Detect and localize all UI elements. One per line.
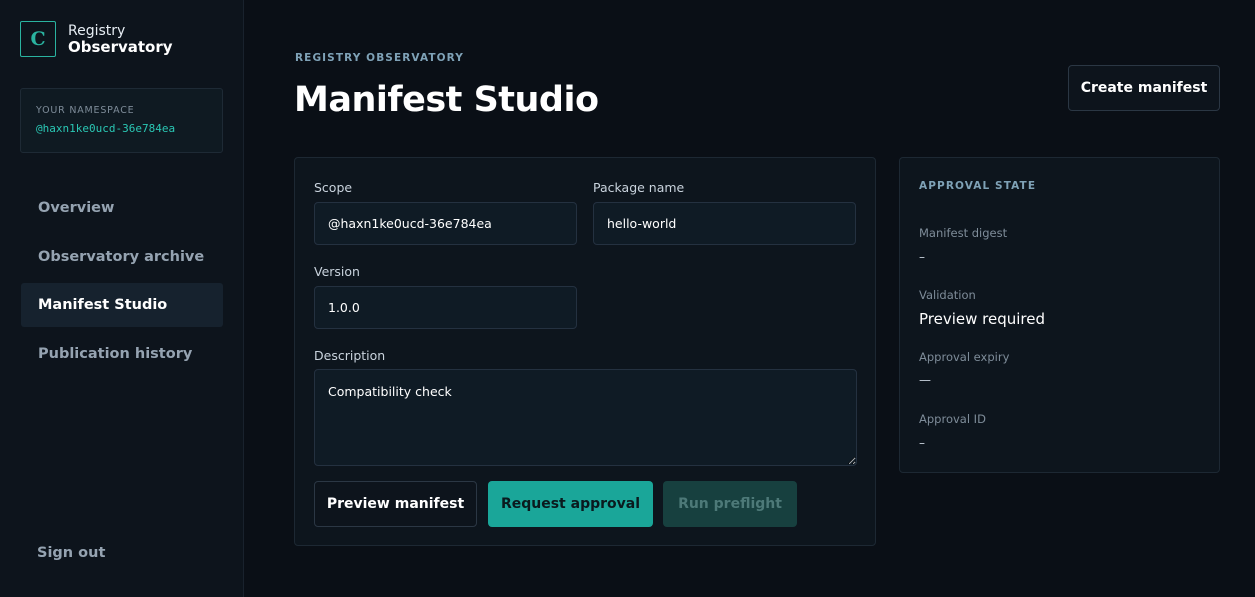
package-name-input[interactable] <box>593 202 856 245</box>
approval-expiry-value: — <box>919 373 931 387</box>
package-name-label: Package name <box>593 180 685 195</box>
manifest-digest-label: Manifest digest <box>919 226 1008 240</box>
namespace-value: @haxn1ke0ucd-36e784ea <box>36 122 176 135</box>
sidebar-item-overview[interactable]: Overview <box>21 186 223 230</box>
validation-label: Validation <box>919 288 976 302</box>
page-title: Manifest Studio <box>294 80 599 120</box>
manifest-form: Scope Package name Version Description C… <box>294 157 876 546</box>
scope-input[interactable] <box>314 202 577 245</box>
brand-name: Registry Observatory <box>68 23 173 55</box>
brand-line2: Observatory <box>68 38 173 56</box>
page-eyebrow: REGISTRY OBSERVATORY <box>295 52 464 64</box>
sidebar-item-manifest-studio[interactable]: Manifest Studio <box>21 283 223 327</box>
approval-id-value: – <box>919 436 925 450</box>
sign-out-link[interactable]: Sign out <box>37 545 105 561</box>
brand[interactable]: C Registry Observatory <box>20 21 173 57</box>
sidebar: C Registry Observatory YOUR NAMESPACE @h… <box>0 0 244 597</box>
description-textarea[interactable]: Compatibility check <box>314 369 857 466</box>
scope-label: Scope <box>314 180 353 195</box>
brand-line1: Registry <box>68 23 126 39</box>
approval-state-card: APPROVAL STATE Manifest digest – Validat… <box>899 157 1220 473</box>
namespace-label: YOUR NAMESPACE <box>36 105 135 116</box>
namespace-card: YOUR NAMESPACE @haxn1ke0ucd-36e784ea <box>20 88 223 153</box>
run-preflight-button[interactable]: Run preflight <box>663 481 797 527</box>
description-label: Description <box>314 348 386 363</box>
manifest-digest-value: – <box>919 250 925 264</box>
version-input[interactable] <box>314 286 577 329</box>
validation-value: Preview required <box>919 310 1046 328</box>
approval-state-title: APPROVAL STATE <box>919 180 1037 192</box>
sidebar-item-observatory-archive[interactable]: Observatory archive <box>21 235 223 279</box>
sidebar-item-publication-history[interactable]: Publication history <box>21 332 223 376</box>
version-label: Version <box>314 264 360 279</box>
request-approval-button[interactable]: Request approval <box>488 481 653 527</box>
approval-id-label: Approval ID <box>919 412 986 426</box>
create-manifest-button[interactable]: Create manifest <box>1068 65 1220 111</box>
logo-icon: C <box>20 21 56 57</box>
preview-manifest-button[interactable]: Preview manifest <box>314 481 477 527</box>
approval-expiry-label: Approval expiry <box>919 350 1010 364</box>
